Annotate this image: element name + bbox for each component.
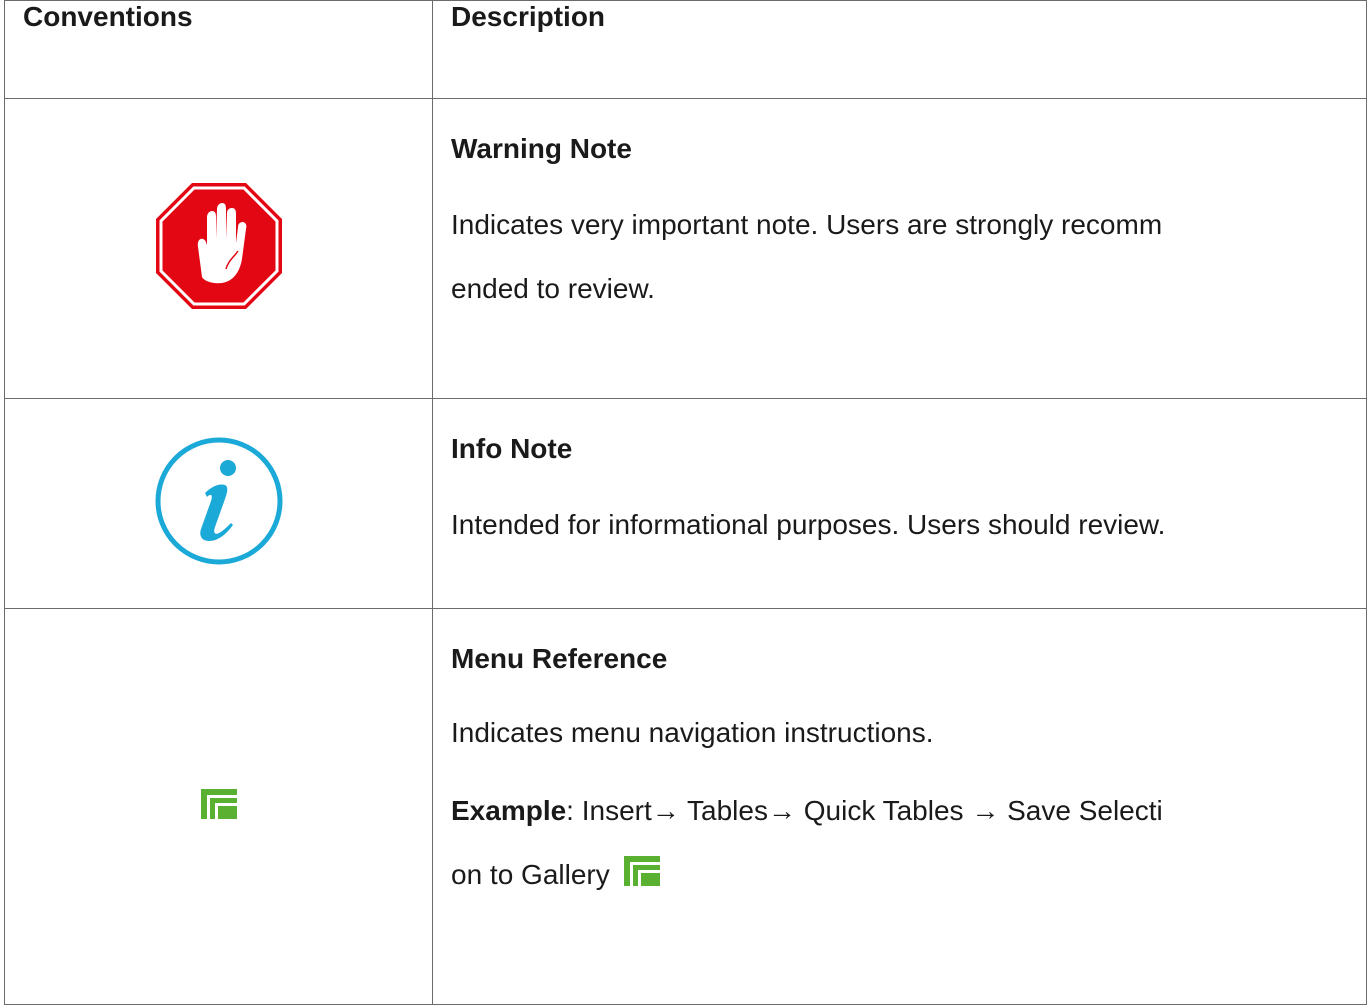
example-path: Insert→ Tables→ Quick Tables → Save Sele… (573, 795, 1163, 826)
stop-hand-icon (154, 183, 284, 315)
table-header-row: Conventions Description (4, 0, 1367, 99)
header-conventions: Conventions (4, 0, 433, 99)
menu-reference-inline-icon (623, 845, 660, 909)
example-sep: : (566, 795, 574, 826)
description-cell: Info Note Intended for informational pur… (432, 398, 1367, 609)
info-note-text: Intended for informational purposes. Use… (451, 509, 1166, 540)
conventions-table: Conventions Description Warning Note Ind… (4, 0, 1367, 1005)
menu-reference-text: Indicates menu navigation instructions. (451, 717, 934, 748)
convention-cell (4, 98, 433, 399)
menu-reference-icon (200, 789, 237, 823)
info-note-title: Info Note (451, 433, 573, 464)
header-description: Description (432, 0, 1367, 99)
example-path-cont: on to Gallery (451, 859, 610, 890)
menu-reference-example: Example: Insert→ Tables→ Quick Tables → … (451, 779, 1346, 909)
warning-note-text-cont: ended to review. (451, 273, 655, 304)
description-cell: Warning Note Indicates very important no… (432, 98, 1367, 399)
example-label: Example (451, 795, 567, 826)
warning-note-text: Indicates very important note. Users are… (451, 209, 1163, 240)
table-row: Info Note Intended for informational pur… (4, 398, 1367, 609)
convention-cell (4, 608, 433, 1005)
description-cell: Menu Reference Indicates menu navigation… (432, 608, 1367, 1005)
menu-reference-title: Menu Reference (451, 643, 668, 674)
warning-note-title: Warning Note (451, 133, 632, 164)
table-row: Warning Note Indicates very important no… (4, 98, 1367, 399)
table-row: Menu Reference Indicates menu navigation… (4, 608, 1367, 1005)
info-icon (153, 437, 285, 571)
convention-cell (4, 398, 433, 609)
